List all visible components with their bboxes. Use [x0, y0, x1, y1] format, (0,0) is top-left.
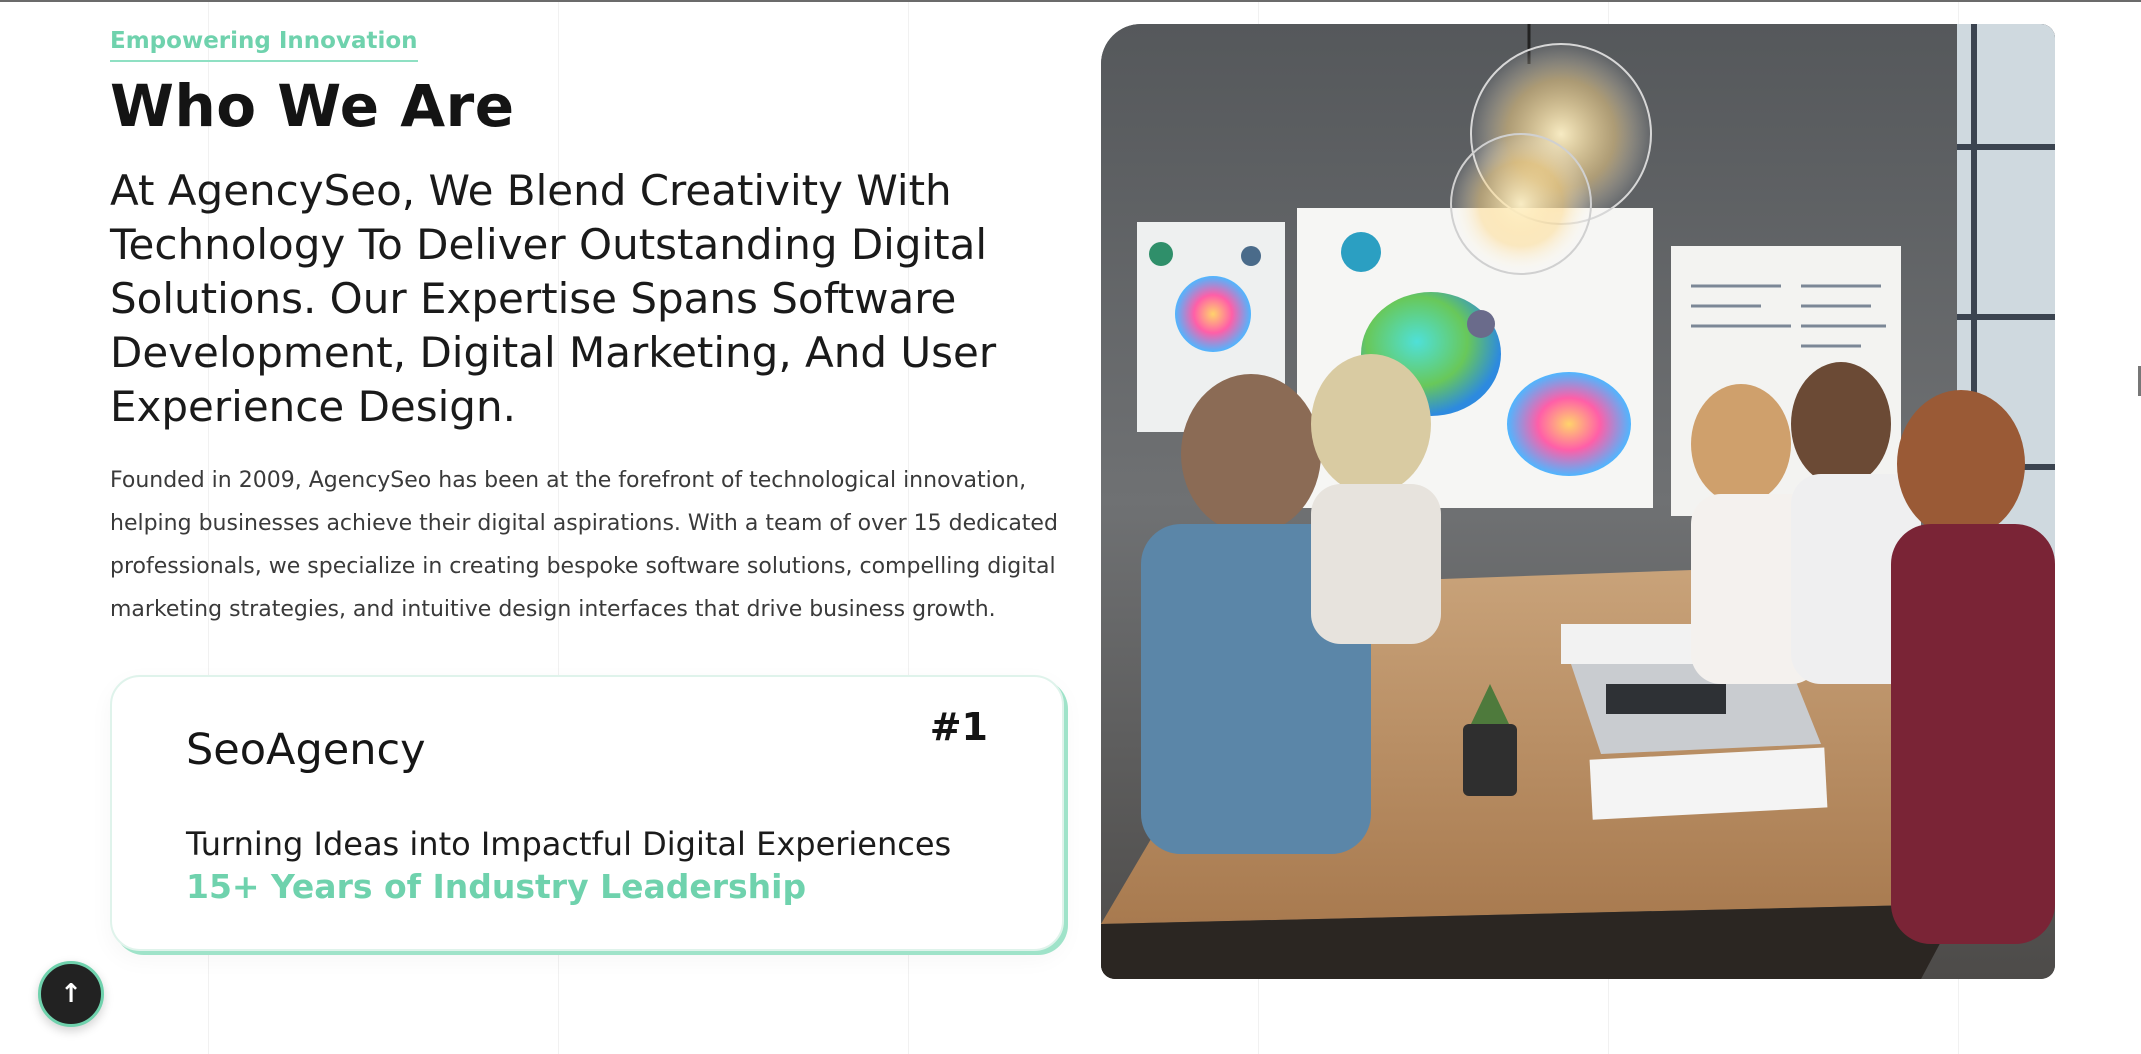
section-eyebrow: Empowering Innovation — [110, 28, 418, 62]
section-body: Founded in 2009, AgencySeo has been at t… — [110, 468, 1058, 622]
team-meeting-image — [1101, 24, 2055, 979]
about-section: Empowering Innovation Who We Are At Agen… — [0, 0, 2141, 1054]
card-rank-badge: #1 — [929, 705, 988, 749]
card-tagline: Turning Ideas into Impactful Digital Exp… — [186, 825, 952, 863]
highlight-card: SeoAgency #1 Turning Ideas into Impactfu… — [110, 675, 1064, 951]
arrow-up-icon: ↑ — [60, 979, 82, 1009]
scroll-to-top-button[interactable]: ↑ — [38, 961, 104, 1027]
section-title: Who We Are — [110, 72, 515, 140]
card-brand: SeoAgency — [186, 725, 426, 775]
card-highlight: 15+ Years of Industry Leadership — [186, 867, 807, 906]
section-lead: At AgencySeo, We Blend Creativity With T… — [110, 166, 997, 431]
